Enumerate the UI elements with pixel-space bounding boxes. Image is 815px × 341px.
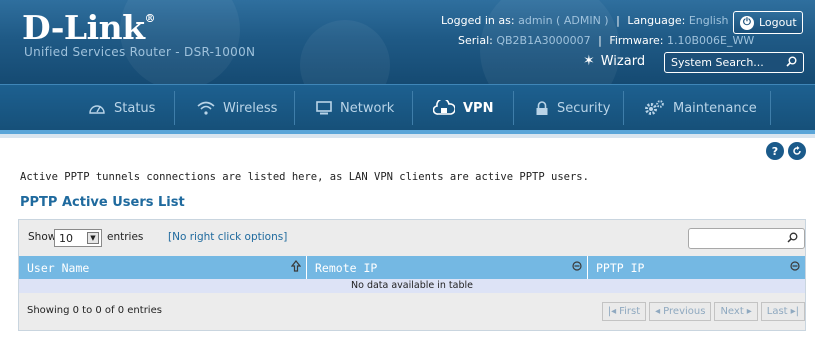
column-label: PPTP IP <box>596 260 645 275</box>
search-icon <box>786 56 797 70</box>
system-search-input[interactable]: System Search... <box>664 52 804 73</box>
logout-label: Logout <box>759 16 797 29</box>
table-footer: Showing 0 to 0 of 0 entries |◂ First ◂ Pre… <box>19 293 805 330</box>
nav-separator <box>770 91 771 125</box>
firmware-value: 1.10B006E_WW <box>666 34 755 47</box>
first-page-icon: |◂ <box>607 306 617 317</box>
wand-icon: ✶ <box>583 53 595 69</box>
nav-label-network: Network <box>340 100 395 116</box>
column-header-user-name[interactable]: User Name <box>19 256 307 279</box>
power-icon: ⏻ <box>740 15 754 30</box>
sort-icon <box>572 260 582 275</box>
last-page-label: Last <box>766 306 788 317</box>
table-search-input[interactable] <box>688 228 805 249</box>
nav-separator <box>412 91 413 125</box>
nav-label-maintenance: Maintenance <box>673 100 757 116</box>
nav-label-wireless: Wireless <box>223 100 278 116</box>
logged-in-label: Logged in as: <box>441 14 515 27</box>
vpn-icon <box>433 100 455 116</box>
previous-page-icon: ◂ <box>655 306 661 317</box>
monitor-icon <box>316 101 332 115</box>
system-search-placeholder: System Search... <box>671 56 764 69</box>
firmware-label: Firmware: <box>609 34 664 47</box>
last-page-button[interactable]: Last ▸| <box>760 302 805 321</box>
entries-per-page-value: 10 <box>59 231 73 245</box>
wizard-link[interactable]: ✶ Wizard <box>583 53 645 69</box>
table-empty-row: No data available in table <box>19 279 805 293</box>
nav-item-maintenance[interactable]: Maintenance <box>643 85 757 131</box>
page-title: PPTP Active Users List <box>20 195 185 210</box>
column-label: User Name <box>27 260 90 275</box>
nav-separator <box>623 91 624 125</box>
wizard-label: Wizard <box>600 53 646 69</box>
chevron-down-icon: ▼ <box>87 232 99 244</box>
first-page-button[interactable]: |◂ First <box>601 302 647 321</box>
previous-page-label: Previous <box>663 306 706 317</box>
column-header-pptp-ip[interactable]: PPTP IP <box>588 256 805 279</box>
dlink-logo: D-Link® <box>22 8 156 47</box>
device-info: Serial: QB2B1A3000007 | Firmware: 1.10B0… <box>458 34 755 47</box>
next-page-button[interactable]: Next ▸ <box>714 302 758 321</box>
sort-icon <box>290 260 302 275</box>
login-info: Logged in as: admin ( ADMIN ) | Language… <box>441 14 756 27</box>
page-description: Active PPTP tunnels connections are list… <box>20 171 589 183</box>
lock-icon <box>535 100 549 116</box>
entries-per-page-select[interactable]: 10 ▼ <box>54 229 102 247</box>
product-name: Unified Services Router - DSR-1000N <box>24 45 256 59</box>
serial-value: QB2B1A3000007 <box>496 34 591 47</box>
logged-in-value: admin ( ADMIN ) <box>518 14 609 27</box>
nav-separator <box>294 91 295 125</box>
entries-label: entries <box>107 231 144 243</box>
nav-label-status: Status <box>114 100 156 116</box>
table-header: User Name Remote IP PPTP IP <box>19 256 805 279</box>
nav-label-security: Security <box>557 100 611 116</box>
main-nav: Status Wireless Network VPN Security Mai… <box>0 84 815 130</box>
serial-label: Serial: <box>458 34 493 47</box>
nav-item-network[interactable]: Network <box>316 85 394 131</box>
nav-item-wireless[interactable]: Wireless <box>197 85 277 131</box>
search-icon <box>787 232 798 246</box>
logout-button[interactable]: ⏻ Logout <box>733 11 803 34</box>
table-toolbar: Show 10 ▼ entries [No right click option… <box>19 220 805 256</box>
next-page-label: Next <box>720 306 744 317</box>
pptp-users-table: Show 10 ▼ entries [No right click option… <box>18 219 806 331</box>
no-right-click-note: [No right click options] <box>168 231 288 243</box>
wifi-icon <box>197 101 215 115</box>
column-header-remote-ip[interactable]: Remote IP <box>307 256 588 279</box>
nav-item-status[interactable]: Status <box>88 85 155 131</box>
header: D-Link® Unified Services Router - DSR-10… <box>0 0 815 84</box>
header-bubble <box>300 20 390 84</box>
language-label: Language: <box>627 14 686 27</box>
show-label: Show <box>28 231 57 243</box>
nav-label-vpn: VPN <box>463 100 494 116</box>
help-icon[interactable]: ? <box>766 142 784 160</box>
nav-separator <box>513 91 514 125</box>
sort-icon <box>790 260 800 275</box>
first-page-label: First <box>619 306 641 317</box>
pagination: |◂ First ◂ Previous Next ▸ Last ▸| <box>601 302 805 321</box>
table-info: Showing 0 to 0 of 0 entries <box>27 305 162 316</box>
gears-icon <box>643 100 665 116</box>
nav-separator <box>174 91 175 125</box>
subnav-bar <box>0 134 815 138</box>
refresh-icon[interactable] <box>788 142 806 160</box>
nav-item-vpn[interactable]: VPN <box>433 85 493 131</box>
last-page-icon: ▸| <box>790 306 799 317</box>
gauge-icon <box>88 101 106 115</box>
next-page-icon: ▸ <box>746 306 752 317</box>
column-label: Remote IP <box>315 260 378 275</box>
nav-item-security[interactable]: Security <box>535 85 610 131</box>
previous-page-button[interactable]: ◂ Previous <box>649 302 712 321</box>
page: D-Link® Unified Services Router - DSR-10… <box>0 0 815 341</box>
